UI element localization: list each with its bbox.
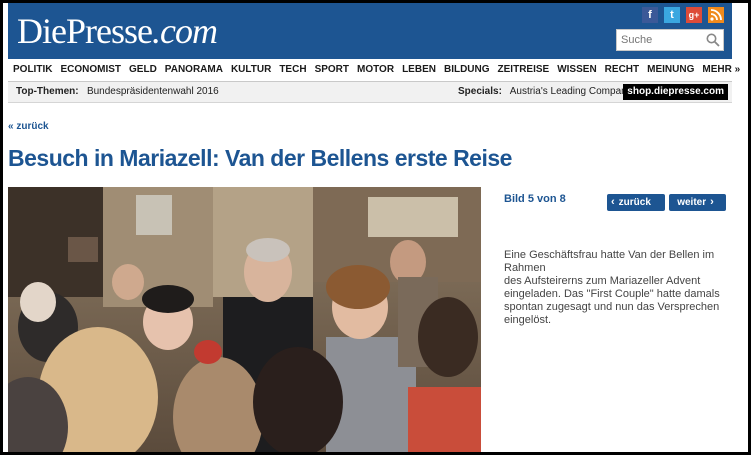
gallery-next-button[interactable]: weiter › <box>669 194 726 211</box>
back-link[interactable]: « zurück <box>8 121 49 132</box>
nav-item-wissen[interactable]: WISSEN <box>552 59 599 81</box>
google-plus-icon[interactable]: g+ <box>686 7 702 23</box>
nav-item-sport[interactable]: SPORT <box>310 59 352 81</box>
nav-item-economist[interactable]: ECONOMIST <box>55 59 124 81</box>
logo-suffix: .com <box>151 11 218 51</box>
caption-line: eingeladen. Das "First Couple" hatte dam… <box>504 288 720 300</box>
logo-main: DiePresse <box>17 11 153 51</box>
nav-item-bildung[interactable]: BILDUNG <box>439 59 493 81</box>
gallery-counter: Bild 5 von 8 <box>504 193 566 205</box>
gallery-prev-label: zurück <box>618 197 651 208</box>
caption-line: Rahmen <box>504 262 546 274</box>
article-title: Besuch in Mariazell: Van der Bellens ers… <box>8 145 512 171</box>
caption-line: eingelöst. <box>504 314 552 326</box>
nav-item-geld[interactable]: GELD <box>124 59 160 81</box>
top-topics-label: Top-Themen: <box>16 86 79 97</box>
search-box <box>616 29 724 51</box>
nav-item-politik[interactable]: POLITIK <box>8 59 55 81</box>
page-frame: DiePresse.com f t g+ POLITIK ECONOMIST G… <box>0 0 751 455</box>
gallery-prev-button[interactable]: ‹ zurück <box>607 194 665 211</box>
nav-item-mehr[interactable]: MEHR » <box>697 59 743 81</box>
twitter-icon[interactable]: t <box>664 7 680 23</box>
shop-link[interactable]: shop.diepresse.com <box>623 84 728 100</box>
nav-item-tech[interactable]: TECH <box>274 59 309 81</box>
photo-caption: Eine Geschäftsfrau hatte Van der Bellen … <box>504 249 732 327</box>
nav-item-meinung[interactable]: MEINUNG <box>642 59 697 81</box>
caption-line: spontan zugesagt und nun das Versprechen <box>504 301 720 313</box>
nav-item-panorama[interactable]: PANORAMA <box>160 59 226 81</box>
main-nav: POLITIK ECONOMIST GELD PANORAMA KULTUR T… <box>8 59 740 82</box>
gallery-photo[interactable] <box>8 187 481 452</box>
nav-item-leben[interactable]: LEBEN <box>397 59 439 81</box>
chevron-right-icon: › <box>710 196 714 208</box>
caption-line: Eine Geschäftsfrau hatte Van der Bellen … <box>504 249 715 261</box>
gallery-next-label: weiter <box>677 197 707 208</box>
nav-item-recht[interactable]: RECHT <box>600 59 642 81</box>
caption-line: des Aufsteirerns zum Mariazeller Advent <box>504 275 701 287</box>
top-topic-link[interactable]: Bundespräsidentenwahl 2016 <box>87 86 219 97</box>
specials-label: Specials: <box>458 86 502 97</box>
nav-item-kultur[interactable]: KULTUR <box>226 59 274 81</box>
nav-item-zeitreise[interactable]: ZEITREISE <box>493 59 553 81</box>
social-links: f t g+ <box>642 7 724 23</box>
nav-item-motor[interactable]: MOTOR <box>352 59 397 81</box>
chevron-left-icon: ‹ <box>611 196 615 208</box>
topics-bar: Top-Themen: Bundespräsidentenwahl 2016 S… <box>8 82 732 103</box>
search-icon[interactable] <box>705 32 721 48</box>
search-input[interactable] <box>617 30 709 50</box>
rss-icon[interactable] <box>708 7 724 23</box>
masthead: DiePresse.com f t g+ <box>8 3 732 59</box>
facebook-icon[interactable]: f <box>642 7 658 23</box>
specials-link[interactable]: Austria's Leading Companies <box>510 86 640 97</box>
site-logo[interactable]: DiePresse.com <box>17 9 218 53</box>
top-topics: Top-Themen: Bundespräsidentenwahl 2016 <box>16 82 219 102</box>
specials: Specials: Austria's Leading Companies <box>458 82 639 102</box>
